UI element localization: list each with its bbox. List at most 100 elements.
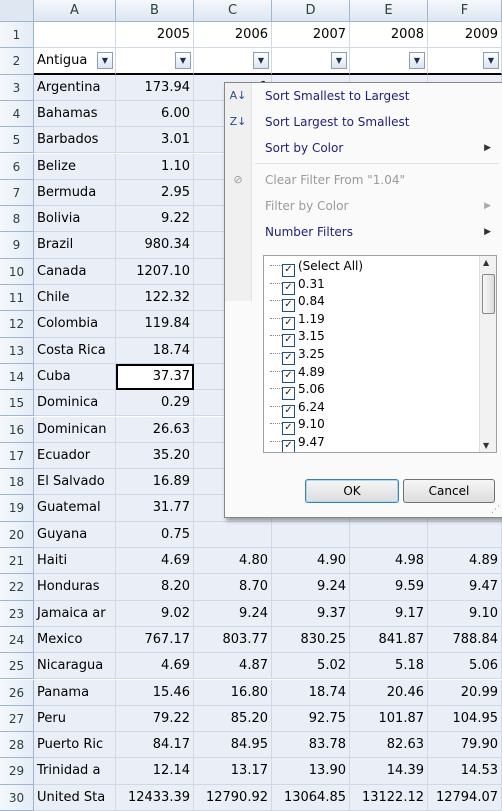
number-filters-item[interactable]: Number Filters ▶ (225, 219, 502, 245)
sort-descending-item[interactable]: Z↓ Sort Largest to Smallest (225, 109, 502, 135)
data-cell[interactable]: Belize (34, 153, 116, 180)
data-cell[interactable]: 9.47 (428, 574, 502, 601)
row-header[interactable]: 4 (0, 100, 34, 128)
data-cell[interactable]: 122.32 (116, 285, 194, 312)
data-cell[interactable]: 13122.12 (350, 784, 428, 811)
data-cell[interactable]: 767.17 (116, 626, 194, 654)
row-header[interactable]: 16 (0, 416, 34, 443)
row-header[interactable]: 2 (0, 48, 34, 75)
data-cell[interactable]: 4.87 (194, 653, 272, 680)
data-cell[interactable]: 9.10 (428, 600, 502, 627)
data-cell[interactable]: Mexico (34, 626, 116, 654)
data-cell[interactable]: Jamaica ar (34, 600, 116, 627)
data-cell[interactable]: 6.00 (116, 100, 194, 128)
data-cell[interactable]: 14.39 (350, 758, 428, 785)
row-header[interactable]: 7 (0, 179, 34, 207)
data-cell[interactable]: 803.77 (194, 626, 272, 654)
filter-dropdown-button[interactable]: ▼ (253, 52, 269, 70)
data-cell[interactable]: Nicaragua (34, 653, 116, 680)
data-cell[interactable]: 4.69 (116, 548, 194, 575)
data-cell[interactable]: 0.75 (116, 521, 194, 548)
filter-value-item[interactable]: ✓ 9.47 (264, 434, 325, 452)
data-cell[interactable]: 85.20 (194, 705, 272, 733)
data-cell[interactable]: 3.01 (116, 127, 194, 154)
row-header[interactable]: 5 (0, 127, 34, 154)
data-cell[interactable]: 2.95 (116, 179, 194, 207)
data-cell[interactable]: Chile (34, 285, 116, 312)
data-cell[interactable]: 92.75 (272, 705, 350, 733)
header-cell[interactable]: 2009 (428, 22, 502, 49)
row-header[interactable]: 29 (0, 758, 34, 785)
data-cell[interactable] (428, 521, 502, 548)
row-header[interactable]: 1 (0, 22, 34, 49)
cancel-button[interactable]: Cancel (403, 479, 495, 503)
data-cell[interactable]: 8.70 (194, 574, 272, 601)
data-cell[interactable]: Canada (34, 258, 116, 285)
row-header[interactable]: 22 (0, 574, 34, 601)
filter-value-item[interactable]: ✓ 0.84 (264, 293, 325, 313)
data-cell[interactable]: 12794.07 (428, 784, 502, 811)
data-cell[interactable]: 101.87 (350, 705, 428, 733)
data-cell[interactable]: 5.18 (350, 653, 428, 680)
data-cell[interactable]: 4.98 (350, 548, 428, 575)
data-cell[interactable]: Peru (34, 705, 116, 733)
data-cell[interactable]: 788.84 (428, 626, 502, 654)
filter-values-list[interactable]: ✓ (Select All) ✓ 0.31 ✓ 0.84 ✓ 1.19 ✓ 3.15 ✓ 3.25 ✓ 4… (263, 255, 497, 453)
data-cell[interactable]: 12790.92 (194, 784, 272, 811)
data-cell[interactable]: 4.90 (272, 548, 350, 575)
data-cell[interactable]: 9.59 (350, 574, 428, 601)
row-header[interactable]: 12 (0, 311, 34, 338)
data-cell[interactable]: United Sta (34, 784, 116, 811)
data-cell[interactable]: 37.37 (116, 363, 194, 391)
row-header[interactable]: 26 (0, 679, 34, 706)
data-cell[interactable]: 8.20 (116, 574, 194, 601)
data-cell[interactable]: 4.89 (428, 548, 502, 575)
data-cell[interactable]: 84.17 (116, 732, 194, 759)
column-header-f[interactable]: F (428, 0, 502, 22)
row-header[interactable]: 19 (0, 495, 34, 522)
data-cell[interactable] (272, 521, 350, 548)
row-header[interactable]: 10 (0, 258, 34, 285)
row-header[interactable]: 23 (0, 600, 34, 627)
data-cell[interactable]: 20.46 (350, 679, 428, 706)
data-cell[interactable]: 9.17 (350, 600, 428, 627)
column-header-b[interactable]: B (116, 0, 194, 22)
filter-dropdown-button[interactable]: ▼ (97, 52, 113, 70)
data-cell[interactable]: 12433.39 (116, 784, 194, 811)
scrollbar-thumb[interactable] (482, 274, 495, 314)
data-cell[interactable]: 16.89 (116, 469, 194, 496)
row-header[interactable]: 8 (0, 206, 34, 233)
filter-value-item[interactable]: ✓ 3.25 (264, 346, 325, 365)
data-cell[interactable]: 13.17 (194, 758, 272, 785)
data-cell[interactable]: 119.84 (116, 311, 194, 338)
data-cell[interactable]: Dominica (34, 390, 116, 417)
data-cell[interactable]: Guatemal (34, 495, 116, 522)
data-cell[interactable]: Honduras (34, 574, 116, 601)
select-all-corner[interactable] (0, 0, 34, 22)
data-cell[interactable]: Bermuda (34, 179, 116, 207)
data-cell[interactable]: Cuba (34, 363, 116, 391)
scroll-up-icon[interactable]: ▲ (483, 258, 489, 267)
row-header[interactable]: 18 (0, 469, 34, 496)
header-cell[interactable]: 2006 (194, 22, 272, 49)
header-cell[interactable] (34, 22, 116, 49)
column-header-e[interactable]: E (350, 0, 428, 22)
row-header[interactable]: 14 (0, 363, 34, 391)
data-cell[interactable]: 4.69 (116, 653, 194, 680)
data-cell[interactable]: 830.25 (272, 626, 350, 654)
data-cell[interactable]: 26.63 (116, 416, 194, 443)
row-header[interactable]: 9 (0, 232, 34, 259)
data-cell[interactable]: 83.78 (272, 732, 350, 759)
data-cell[interactable]: Puerto Ric (34, 732, 116, 759)
row-header[interactable]: 20 (0, 521, 34, 548)
filter-value-item[interactable]: ✓ 3.15 (264, 328, 325, 348)
row-header[interactable]: 17 (0, 442, 34, 470)
row-header[interactable]: 21 (0, 548, 34, 575)
data-cell[interactable]: 0.29 (116, 390, 194, 417)
data-cell[interactable]: Ecuador (34, 442, 116, 470)
data-cell[interactable]: Haiti (34, 548, 116, 575)
sort-ascending-item[interactable]: A↓ Sort Smallest to Largest (225, 83, 502, 109)
data-cell[interactable]: 18.74 (272, 679, 350, 706)
data-cell[interactable]: 84.95 (194, 732, 272, 759)
data-cell[interactable]: 13.90 (272, 758, 350, 785)
